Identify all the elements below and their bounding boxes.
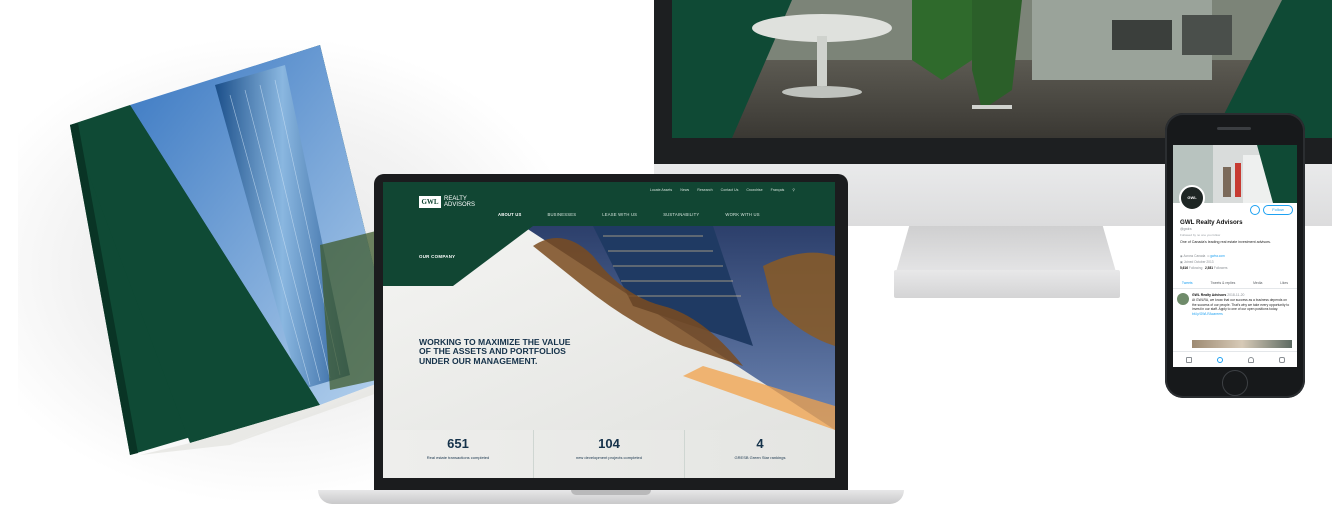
- search-icon[interactable]: ⚲: [792, 188, 795, 192]
- following-count[interactable]: 5,616: [1180, 266, 1188, 270]
- stat-label: GRESB Green Star rankings: [734, 455, 786, 460]
- followers-label: Followers: [1213, 266, 1228, 270]
- stat-number: 651: [447, 436, 469, 451]
- stat-label: Real estate transactions completed: [426, 455, 490, 460]
- hero-title: WORKING TO MAXIMIZE THE VALUE OF THE ASS…: [419, 337, 571, 366]
- bottom-tab-bar: [1173, 351, 1297, 367]
- stat-developments: 104 new development projects completed: [534, 430, 685, 478]
- tweet-text: At GWLRA, we know that our success as a …: [1192, 298, 1290, 312]
- profile-avatar[interactable]: GWL: [1179, 185, 1205, 211]
- stat-label: new development projects completed: [575, 455, 643, 460]
- phone-speaker: [1217, 127, 1251, 130]
- tab-media[interactable]: Media: [1253, 281, 1262, 285]
- stat-transactions: 651 Real estate transactions completed: [383, 430, 534, 478]
- tweet-body: At GWLRA, we know that our success as a …: [1192, 298, 1292, 316]
- hero-eyebrow: OUR COMPANY: [419, 254, 456, 259]
- profile-website[interactable]: gwlra.com: [1210, 254, 1225, 258]
- stat-number: 4: [756, 436, 764, 451]
- home-icon[interactable]: [1185, 356, 1192, 363]
- stat-gresb: 4 GRESB Green Star rankings: [685, 430, 835, 478]
- util-link-francais[interactable]: Français: [771, 188, 785, 192]
- profile-bio: One of Canada's leading real estate inve…: [1180, 240, 1271, 244]
- notifications-bell-icon[interactable]: [1250, 205, 1260, 215]
- laptop-screen: GWL REALTY ADVISORS Locate Assets News R…: [383, 182, 835, 478]
- nav-item-work-with-us[interactable]: WORK WITH US: [725, 212, 759, 217]
- tweet-image[interactable]: [1192, 340, 1292, 348]
- util-link-research[interactable]: Research: [697, 188, 712, 192]
- monitor-stand-neck: [896, 226, 1116, 272]
- followers-count[interactable]: 2,581: [1205, 266, 1213, 270]
- search-icon[interactable]: [1216, 356, 1223, 363]
- profile-name: GWL Realty Advisors: [1180, 219, 1243, 226]
- util-link-locate-assets[interactable]: Locate Assets: [650, 188, 672, 192]
- util-link-crowdrise[interactable]: Crowdrise: [746, 188, 762, 192]
- phone-screen: GWL Follow GWL Realty Advisors @gwlra Fo…: [1173, 145, 1297, 367]
- follow-button[interactable]: Follow: [1263, 205, 1293, 215]
- site-logo[interactable]: GWL REALTY ADVISORS: [419, 196, 475, 208]
- logo-text: REALTY ADVISORS: [444, 196, 475, 208]
- profile-handle: @gwlra: [1180, 227, 1192, 231]
- nav-item-about-us[interactable]: ABOUT US: [498, 212, 521, 217]
- phone-home-button[interactable]: [1222, 370, 1248, 396]
- smartphone: GWL Follow GWL Realty Advisors @gwlra Fo…: [1165, 113, 1305, 398]
- monitor-stand-base: [894, 270, 1120, 298]
- bell-icon[interactable]: [1247, 356, 1254, 363]
- profile-location: Across Canada: [1183, 254, 1206, 258]
- following-label: Following: [1188, 266, 1203, 270]
- logo-line-2: ADVISORS: [444, 202, 476, 208]
- laptop-notch: [571, 490, 651, 495]
- tweet-avatar[interactable]: [1177, 293, 1189, 305]
- profile-meta: ◉ Across Canada ∞ gwlra.com ▣ Joined Oct…: [1180, 253, 1225, 265]
- calendar-icon: ▣: [1180, 260, 1184, 264]
- tweet-date: 2018-11-20: [1227, 293, 1245, 297]
- hero-section: OUR COMPANY WORKING TO MAXIMIZE THE VALU…: [383, 226, 835, 430]
- tweet-link[interactable]: bit.ly/GWLRAcareers: [1192, 312, 1223, 316]
- logo-mark: GWL: [419, 196, 441, 208]
- followed-by-note: Followed by no one you follow: [1180, 233, 1221, 237]
- location-icon: ◉: [1180, 254, 1183, 258]
- nav-item-sustainability[interactable]: SUSTAINABILITY: [663, 212, 699, 217]
- laptop: GWL REALTY ADVISORS Locate Assets News R…: [318, 174, 904, 506]
- utility-nav: Locate Assets News Research Contact Us C…: [650, 188, 795, 192]
- tab-tweets-replies[interactable]: Tweets & replies: [1210, 281, 1235, 285]
- nav-item-businesses[interactable]: BUSINESSES: [547, 212, 576, 217]
- tweet-header: GWL Realty Advisors 2018-11-20: [1192, 293, 1244, 297]
- util-link-contact[interactable]: Contact Us: [721, 188, 739, 192]
- main-nav: ABOUT US BUSINESSES LEASE WITH US SUSTAI…: [498, 212, 760, 217]
- profile-counts: 5,616 Following 2,581 Followers: [1180, 266, 1228, 270]
- device-mockup-composition: GWL REALTY ADVISORS Locate Assets News R…: [0, 0, 1332, 506]
- nav-item-lease-with-us[interactable]: LEASE WITH US: [602, 212, 637, 217]
- profile-tabs: Tweets Tweets & replies Media Likes: [1173, 277, 1297, 289]
- tweet-author: GWL Realty Advisors: [1192, 293, 1227, 297]
- tab-likes[interactable]: Likes: [1280, 281, 1288, 285]
- stat-number: 104: [598, 436, 620, 451]
- site-header: GWL REALTY ADVISORS Locate Assets News R…: [383, 182, 835, 226]
- profile-joined: Joined October 2013: [1183, 260, 1214, 264]
- mail-icon[interactable]: [1278, 356, 1285, 363]
- stats-bar: 651 Real estate transactions completed 1…: [383, 430, 835, 478]
- util-link-news[interactable]: News: [680, 188, 689, 192]
- tab-tweets[interactable]: Tweets: [1182, 281, 1193, 285]
